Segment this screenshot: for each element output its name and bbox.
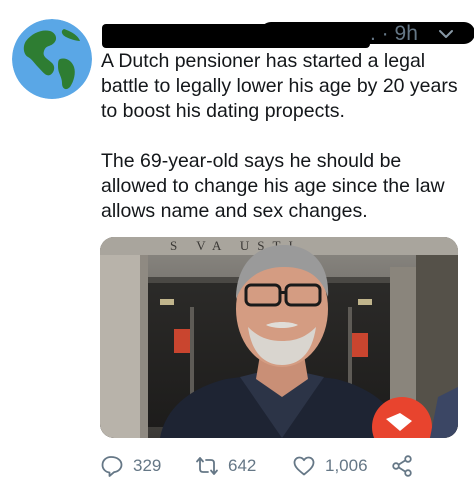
meta-ellipsis: . · [370, 22, 389, 45]
retweet-button[interactable]: 642 [195, 452, 256, 480]
like-icon [293, 456, 315, 476]
retweet-icon [196, 457, 218, 475]
reply-icon [101, 456, 123, 477]
reply-button[interactable]: 329 [100, 452, 161, 480]
reply-count: 329 [133, 456, 162, 475]
share-button[interactable] [390, 452, 414, 480]
tweet-paragraph: A Dutch pensioner has started a legal ba… [101, 50, 458, 122]
tweet-meta: . · 9h [370, 22, 418, 46]
like-button[interactable]: 1,006 [292, 452, 368, 480]
share-icon [392, 455, 412, 477]
tweet-actions: 329 642 1,006 [100, 452, 470, 480]
avatar[interactable] [12, 19, 92, 99]
chevron-down-icon[interactable] [436, 24, 456, 44]
tweet[interactable]: . · 9h A Dutch pensioner has started a l… [0, 0, 474, 493]
tweet-media-photo[interactable]: S VA USTI [100, 237, 458, 438]
tweet-header: . · 9h [100, 22, 474, 52]
globe-avatar-icon [12, 19, 92, 99]
tweet-timestamp[interactable]: 9h [395, 22, 418, 45]
tweet-text: A Dutch pensioner has started a legal ba… [101, 49, 467, 224]
photo-scene: S VA USTI [100, 237, 458, 438]
retweet-count: 642 [228, 456, 257, 475]
tweet-paragraph: The 69-year-old says he should be allowe… [101, 150, 445, 222]
like-count: 1,006 [325, 456, 368, 475]
